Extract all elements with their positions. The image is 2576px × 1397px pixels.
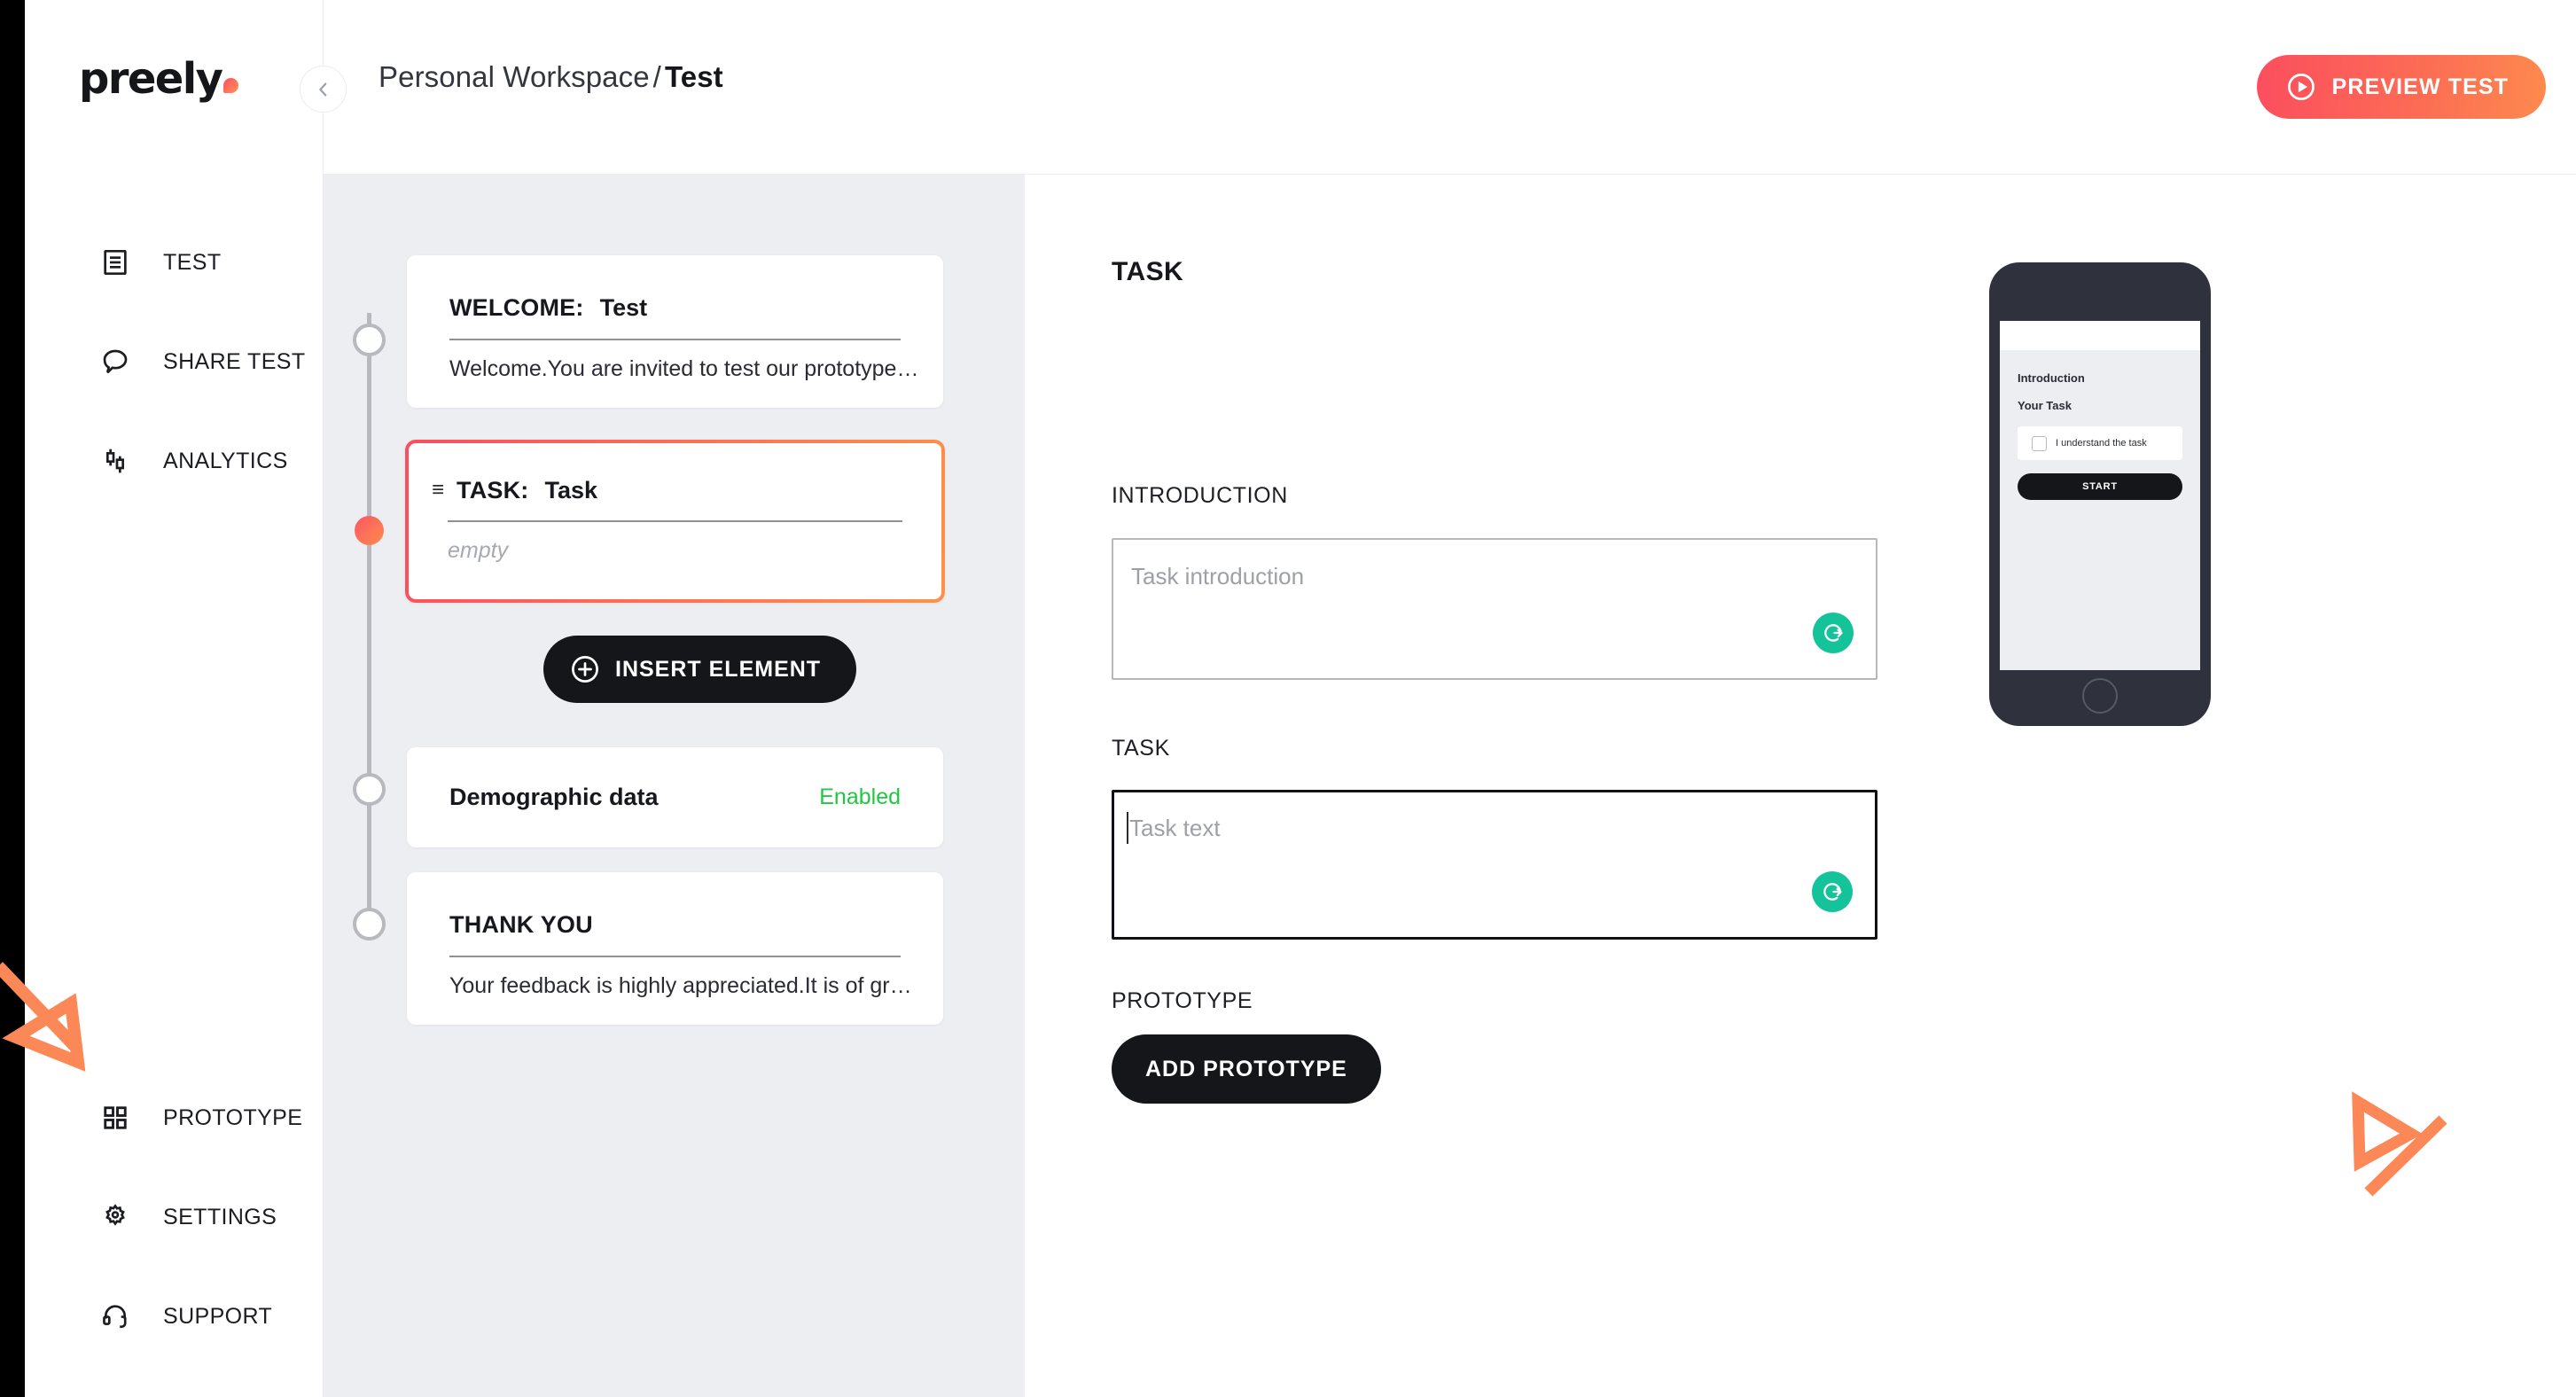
sidebar-item-support[interactable]: SUPPORT — [25, 1267, 324, 1366]
sidebar-item-support-label: SUPPORT — [163, 1304, 272, 1330]
introduction-input[interactable]: Task introduction — [1112, 538, 1877, 680]
phone-understand-label: I understand the task — [2056, 438, 2147, 449]
analytics-icon — [100, 446, 130, 476]
grid-icon — [100, 1103, 130, 1133]
flow-card-welcome-title: WELCOME: Test — [407, 255, 943, 322]
flow-card-task-title: ≡ TASK: Task — [409, 443, 941, 504]
headset-icon — [100, 1301, 130, 1331]
insert-element-label: INSERT ELEMENT — [615, 657, 821, 683]
phone-introduction-heading: Introduction — [2018, 371, 2182, 385]
flow-card-welcome[interactable]: WELCOME: Test Welcome.You are invited to… — [407, 255, 943, 408]
flow-timeline-line — [367, 313, 371, 940]
sidebar-item-share-test-label: SHARE TEST — [163, 349, 306, 375]
annotation-arrow-add-prototype — [2338, 1086, 2516, 1250]
sidebar-item-prototype-label: PROTOTYPE — [163, 1105, 302, 1131]
flow-card-demographic-label: Demographic data — [407, 784, 659, 811]
flow-card-task[interactable]: ≡ TASK: Task empty — [405, 440, 945, 603]
phone-home-button[interactable] — [2082, 678, 2118, 714]
introduction-label: INTRODUCTION — [1112, 483, 1288, 509]
introduction-placeholder: Task introduction — [1131, 563, 1304, 590]
phone-preview: Introduction Your Task I understand the … — [1989, 262, 2211, 726]
flow-card-task-kind: TASK: — [457, 477, 529, 504]
sidebar-primary-nav: TEST SHARE TEST — [25, 213, 324, 511]
sidebar-item-share-test[interactable]: SHARE TEST — [25, 312, 324, 411]
phone-start-button[interactable]: START — [2018, 473, 2182, 500]
flow-card-task-description: empty — [409, 522, 941, 564]
timeline-node-demographic[interactable] — [353, 773, 386, 806]
flow-card-thankyou[interactable]: THANK YOU Your feedback is highly apprec… — [407, 872, 943, 1025]
sidebar-item-settings-label: SETTINGS — [163, 1205, 277, 1230]
preview-test-button[interactable]: PREVIEW TEST — [2257, 55, 2546, 119]
flow-card-demographic-status: Enabled — [819, 784, 943, 810]
sidebar-item-settings[interactable]: SETTINGS — [25, 1167, 324, 1267]
app-root: preely TEST — [0, 0, 2576, 1397]
flow-card-welcome-kind: WELCOME: — [449, 294, 584, 322]
phone-status-bar — [2000, 321, 2200, 350]
add-prototype-button[interactable]: ADD PROTOTYPE — [1112, 1034, 1381, 1104]
grammarly-icon[interactable] — [1812, 871, 1853, 912]
sidebar-secondary-nav: PROTOTYPE SETTINGS — [25, 1068, 324, 1366]
phone-screen: Introduction Your Task I understand the … — [2000, 321, 2200, 670]
flow-card-welcome-description: Welcome.You are invited to test our prot… — [407, 340, 943, 382]
prototype-label: PROTOTYPE — [1112, 988, 1253, 1014]
top-header: Personal Workspace/Test PREVIEW TEST — [324, 0, 2576, 175]
flow-card-demographic[interactable]: Demographic data Enabled — [407, 747, 943, 847]
task-detail-panel: TASK INTRODUCTION Task introduction TASK… — [1025, 175, 2576, 1397]
play-circle-icon — [2286, 72, 2316, 102]
phone-task-heading: Your Task — [2018, 399, 2182, 412]
flow-card-thankyou-kind: THANK YOU — [449, 911, 593, 939]
grammarly-icon[interactable] — [1813, 613, 1854, 653]
preview-test-label: PREVIEW TEST — [2332, 74, 2509, 100]
phone-understand-checkbox[interactable] — [2032, 436, 2047, 451]
drag-handle-icon[interactable]: ≡ — [432, 480, 444, 501]
task-text-input[interactable]: Task text — [1112, 790, 1877, 940]
sidebar-item-test[interactable]: TEST — [25, 213, 324, 312]
sidebar-item-prototype[interactable]: PROTOTYPE — [25, 1068, 324, 1167]
task-text-label: TASK — [1112, 736, 1170, 761]
timeline-node-task-active[interactable] — [355, 516, 384, 545]
timeline-node-welcome[interactable] — [353, 324, 386, 356]
task-text-placeholder: Task text — [1129, 815, 1221, 842]
logo-dot-icon — [223, 78, 238, 93]
preely-logo[interactable]: preely — [79, 53, 256, 105]
chevron-left-icon — [314, 80, 333, 99]
text-caret — [1127, 812, 1128, 844]
breadcrumb-separator: / — [653, 60, 661, 93]
gear-icon — [100, 1202, 130, 1232]
sidebar-item-analytics-label: ANALYTICS — [163, 449, 288, 474]
sidebar-item-test-label: TEST — [163, 250, 222, 276]
collapse-sidebar-button[interactable] — [300, 66, 347, 113]
phone-understand-row[interactable]: I understand the task — [2018, 426, 2182, 460]
flow-card-welcome-name: Test — [600, 294, 648, 322]
sidebar: preely TEST — [25, 0, 324, 1397]
timeline-node-thankyou[interactable] — [353, 908, 386, 940]
insert-element-button[interactable]: INSERT ELEMENT — [543, 636, 856, 703]
page-title: TASK — [1112, 257, 1183, 287]
flow-card-thankyou-description: Your feedback is highly appreciated.It i… — [407, 957, 943, 999]
left-rail — [0, 0, 25, 1397]
phone-content: Introduction Your Task I understand the … — [2000, 350, 2200, 500]
flow-card-task-name: Task — [545, 477, 598, 504]
breadcrumb-current: Test — [665, 60, 723, 93]
breadcrumb-workspace[interactable]: Personal Workspace — [379, 60, 650, 93]
flow-card-thankyou-title: THANK YOU — [407, 872, 943, 939]
sidebar-item-analytics[interactable]: ANALYTICS — [25, 411, 324, 511]
breadcrumb: Personal Workspace/Test — [379, 60, 723, 94]
document-icon — [100, 247, 130, 277]
logo-wordmark: preely — [79, 54, 222, 104]
speech-bubble-icon — [100, 347, 130, 377]
plus-circle-icon — [570, 654, 600, 684]
